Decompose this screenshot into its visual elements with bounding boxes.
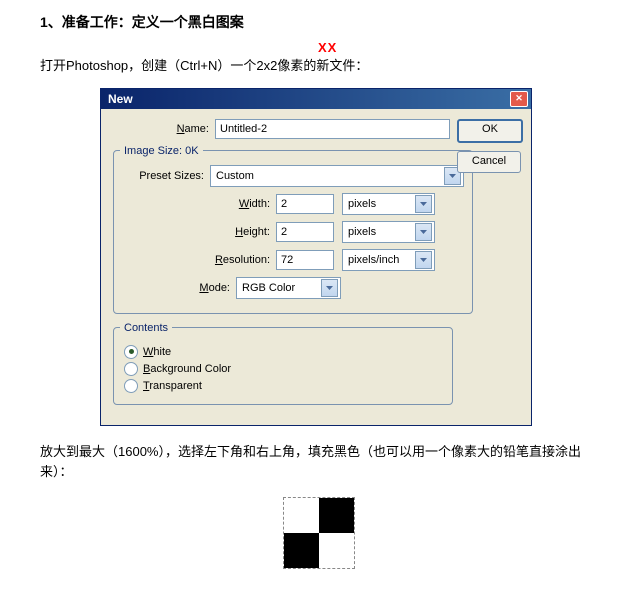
checker-pattern [283, 497, 355, 569]
width-unit-value: pixels [348, 198, 376, 210]
resolution-unit-select[interactable]: pixels/inch [342, 249, 435, 271]
name-label: Name: [113, 123, 215, 135]
height-input[interactable] [276, 222, 334, 242]
resolution-label: Resolution: [120, 254, 276, 266]
red-annotation: XX [318, 42, 638, 54]
width-label: Width: [120, 198, 276, 210]
mode-value: RGB Color [242, 282, 295, 294]
resolution-input[interactable] [276, 250, 334, 270]
post-text: 放大到最大（1600%），选择左下角和右上角，填充黑色（也可以用一个像素大的铅笔… [40, 442, 598, 484]
width-input[interactable] [276, 194, 334, 214]
contents-legend: Contents [120, 322, 172, 334]
height-unit-value: pixels [348, 226, 376, 238]
radio-bgcolor-label: Background Color [143, 363, 231, 375]
resolution-unit-value: pixels/inch [348, 254, 399, 266]
image-size-legend: Image Size: 0K [120, 145, 203, 157]
preset-select[interactable]: Custom [210, 165, 464, 187]
ok-button[interactable]: OK [457, 119, 523, 143]
dialog-title: New [104, 92, 133, 106]
chevron-down-icon [415, 195, 432, 213]
chevron-down-icon [321, 279, 338, 297]
preset-label: Preset Sizes: [120, 170, 210, 182]
radio-transparent-label: Transparent [143, 380, 202, 392]
section-heading: 1、准备工作：定义一个黑白图案 [40, 12, 598, 32]
radio-bgcolor[interactable]: Background Color [120, 362, 444, 376]
name-input[interactable] [215, 119, 450, 139]
height-unit-select[interactable]: pixels [342, 221, 435, 243]
radio-icon [124, 362, 138, 376]
mode-label: Mode: [120, 282, 236, 294]
intro-text: 打开Photoshop，创建（Ctrl+N）一个2x2像素的新文件： [40, 56, 598, 76]
radio-icon [124, 379, 138, 393]
new-file-dialog: New ✕ OK Cancel Name: Image Size: 0K Pre… [100, 88, 532, 426]
radio-icon [124, 345, 138, 359]
radio-transparent[interactable]: Transparent [120, 379, 444, 393]
close-icon[interactable]: ✕ [510, 91, 528, 107]
cancel-button[interactable]: Cancel [457, 151, 521, 173]
chevron-down-icon [415, 251, 432, 269]
mode-select[interactable]: RGB Color [236, 277, 341, 299]
dialog-titlebar: New ✕ [101, 89, 531, 109]
radio-white[interactable]: White [120, 345, 444, 359]
preset-value: Custom [216, 170, 254, 182]
height-label: Height: [120, 226, 276, 238]
width-unit-select[interactable]: pixels [342, 193, 435, 215]
radio-white-label: White [143, 346, 171, 358]
chevron-down-icon [415, 223, 432, 241]
